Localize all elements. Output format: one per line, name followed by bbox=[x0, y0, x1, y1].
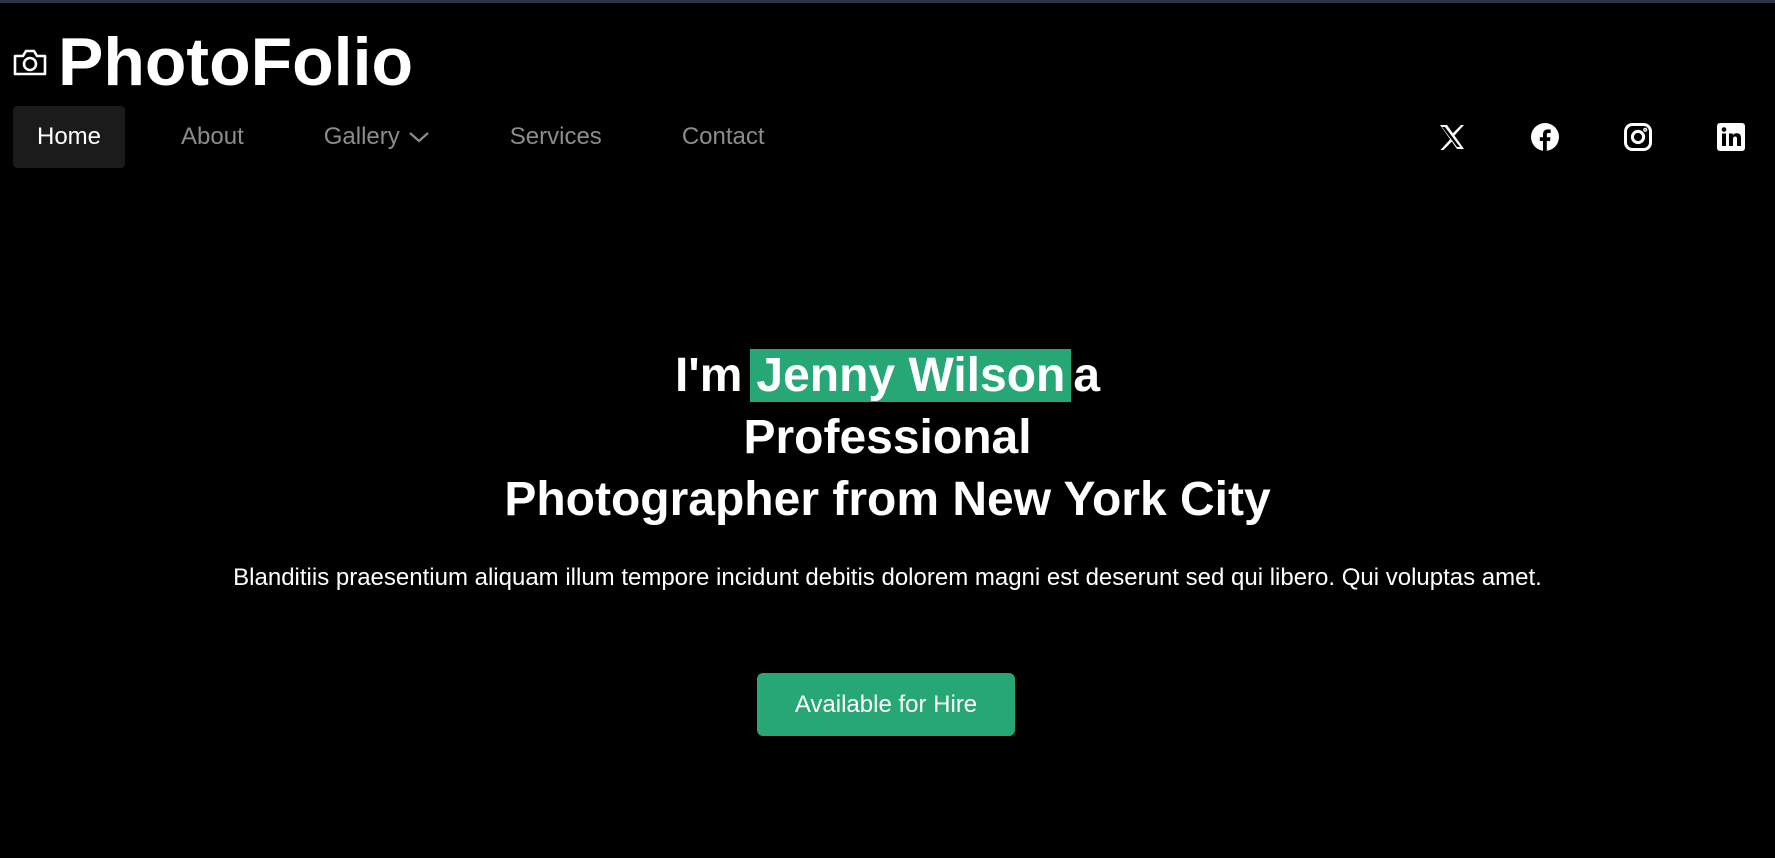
window-top-border bbox=[0, 0, 1775, 3]
nav-item-label: Contact bbox=[681, 123, 765, 150]
hero-name-highlight: Jenny Wilson bbox=[750, 349, 1072, 402]
hero-description: Blanditiis praesentium aliquam illum tem… bbox=[233, 564, 1542, 591]
nav-item-gallery[interactable]: Gallery bbox=[300, 106, 454, 168]
nav-item-label: About bbox=[181, 123, 244, 150]
hero-section: I'm Jenny Wilson a Professional Photograph… bbox=[0, 345, 1775, 592]
site-logo[interactable]: PhotoFolio bbox=[12, 22, 413, 102]
chevron-down-icon bbox=[408, 130, 430, 144]
camera-icon bbox=[12, 44, 48, 80]
x-icon[interactable] bbox=[1428, 113, 1476, 161]
social-links bbox=[1383, 112, 1755, 162]
nav-item-services[interactable]: Services bbox=[486, 106, 626, 168]
nav-item-label: Services bbox=[509, 123, 602, 150]
hero-line-2: Professional bbox=[743, 411, 1032, 464]
available-for-hire-button[interactable]: Available for Hire bbox=[757, 673, 1015, 736]
hero-after-name: a bbox=[1073, 349, 1101, 402]
nav-item-home[interactable]: Home bbox=[13, 106, 126, 168]
instagram-icon[interactable] bbox=[1614, 113, 1662, 161]
linkedin-icon[interactable] bbox=[1707, 113, 1755, 161]
nav-item-label: Gallery bbox=[323, 123, 400, 150]
nav-item-label: Home bbox=[37, 123, 102, 150]
main-nav: Home About Gallery Services Contact bbox=[13, 106, 821, 168]
nav-item-about[interactable]: About bbox=[157, 106, 268, 168]
cta-label: Available for Hire bbox=[794, 690, 978, 718]
hero-intro: I'm bbox=[674, 349, 743, 402]
nav-item-contact[interactable]: Contact bbox=[658, 106, 789, 168]
hero-heading: I'm Jenny Wilson a Professional Photograph… bbox=[504, 345, 1271, 531]
site-name: PhotoFolio bbox=[58, 24, 414, 100]
hero-line-3: Photographer from New York City bbox=[504, 473, 1271, 526]
facebook-icon[interactable] bbox=[1521, 113, 1569, 161]
